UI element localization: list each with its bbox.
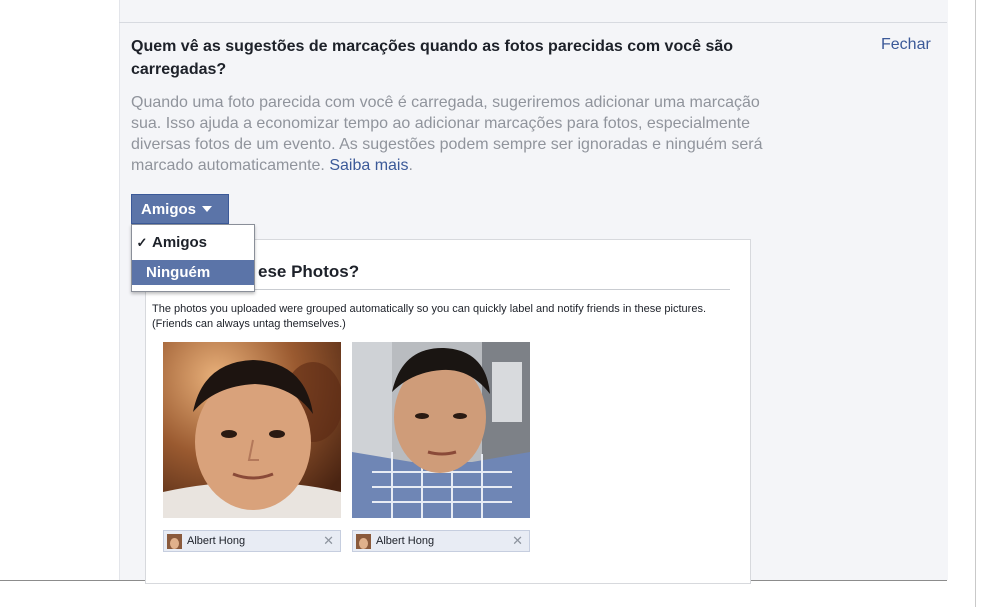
description-period: . [408, 157, 413, 174]
divider [119, 22, 947, 23]
audience-dropdown-menu: ✓ Amigos Ninguém [131, 224, 255, 292]
caret-down-icon [202, 206, 213, 212]
close-link[interactable]: Fechar [881, 36, 931, 54]
menu-item-label: Ninguém [146, 264, 211, 281]
setting-description: Quando uma foto parecida com você é carr… [131, 92, 771, 176]
menu-item-label: Amigos [152, 234, 208, 251]
photo-tag: Albert Hong ✕ [352, 530, 530, 552]
dropdown-selected-label: Amigos [141, 200, 197, 218]
close-icon[interactable]: ✕ [323, 533, 334, 549]
tag-name: Albert Hong [376, 535, 435, 547]
photo-thumbnail[interactable] [163, 342, 341, 518]
photo-tag: Albert Hong ✕ [163, 530, 341, 552]
check-icon: ✓ [136, 234, 148, 250]
face-photo-image [163, 342, 341, 518]
avatar [356, 533, 371, 549]
avatar [167, 533, 182, 549]
preview-title: ese Photos? [258, 262, 360, 281]
tag-name: Albert Hong [187, 535, 246, 547]
setting-question: Quem vê as sugestões de marcações quando… [131, 38, 734, 78]
learn-more-link[interactable]: Saiba mais [329, 157, 408, 174]
audience-dropdown-button[interactable]: Amigos [131, 194, 229, 224]
description-text: Quando uma foto parecida com você é carr… [131, 94, 763, 174]
divider [975, 0, 976, 607]
menu-item-amigos[interactable]: ✓ Amigos [132, 230, 254, 255]
close-icon[interactable]: ✕ [512, 533, 523, 549]
preview-body: The photos you uploaded were grouped aut… [152, 303, 707, 330]
menu-item-ninguem[interactable]: Ninguém [132, 260, 254, 285]
photo-thumbnail[interactable] [352, 342, 530, 518]
face-photo-image [352, 342, 530, 518]
